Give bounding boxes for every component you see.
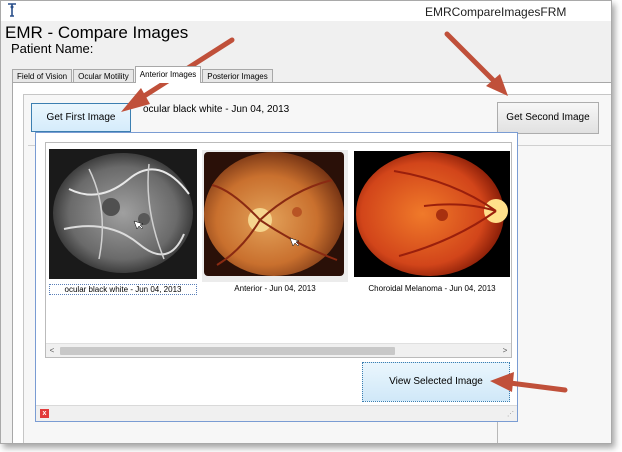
view-selected-image-button[interactable]: View Selected Image	[362, 362, 510, 402]
gallery-item-ocular-bw[interactable]	[49, 149, 197, 302]
get-first-image-button[interactable]: Get First Image	[31, 103, 131, 132]
close-icon[interactable]: x	[40, 409, 49, 418]
gallery-item-anterior[interactable]	[202, 150, 348, 282]
scroll-left-icon[interactable]: <	[47, 346, 57, 356]
gallery-caption-ocular-bw[interactable]: ocular black white - Jun 04, 2013	[49, 284, 197, 295]
tab-strip: Field of Vision Ocular Motility Anterior…	[12, 66, 274, 83]
form-title: EMR - Compare Images	[5, 23, 189, 42]
app-icon	[8, 3, 16, 17]
fluorescein-angiogram-image	[49, 149, 197, 279]
patient-name-label: Patient Name:	[11, 41, 94, 56]
get-second-image-button[interactable]: Get Second Image	[497, 102, 599, 134]
gallery-caption-choroidal-melanoma[interactable]: Choroidal Melanoma - Jun 04, 2013	[354, 284, 510, 293]
anterior-fundus-image	[202, 150, 348, 282]
tab-ocular-motility[interactable]: Ocular Motility	[73, 69, 134, 83]
tab-field-of-vision[interactable]: Field of Vision	[12, 69, 73, 83]
title-bar: EMRCompareImagesFRM	[1, 1, 611, 21]
tab-posterior-images[interactable]: Posterior Images	[202, 69, 273, 83]
scrollbar-thumb[interactable]	[60, 347, 395, 355]
tab-anterior-images[interactable]: Anterior Images	[134, 66, 202, 83]
popup-status-bar: x ⋰	[36, 405, 517, 421]
gallery-item-choroidal-melanoma[interactable]	[354, 151, 510, 277]
gallery-horizontal-scrollbar[interactable]: < >	[46, 343, 511, 357]
scroll-right-icon[interactable]: >	[500, 346, 510, 356]
gallery-caption-anterior[interactable]: Anterior - Jun 04, 2013	[202, 284, 348, 293]
image-gallery: ocular black white - Jun 04, 2013 Anteri…	[45, 142, 512, 358]
compare-images-window: EMRCompareImagesFRM EMR - Compare Images…	[0, 0, 612, 444]
choroidal-melanoma-image	[354, 151, 510, 277]
resize-grip-icon[interactable]: ⋰	[507, 411, 515, 419]
window-title: EMRCompareImagesFRM	[425, 5, 567, 19]
first-image-caption: ocular black white - Jun 04, 2013	[143, 104, 290, 115]
